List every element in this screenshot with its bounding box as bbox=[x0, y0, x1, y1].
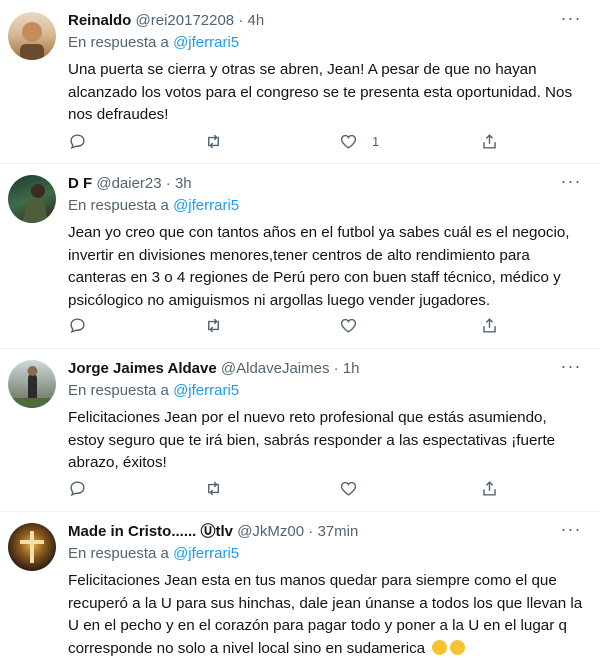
timestamp[interactable]: 3h bbox=[175, 175, 192, 192]
like-icon bbox=[340, 481, 357, 496]
reply-button[interactable] bbox=[68, 314, 87, 336]
action-bar bbox=[68, 477, 498, 499]
retweet-icon bbox=[208, 134, 219, 148]
user-handle[interactable]: @AldaveJaimes bbox=[221, 360, 330, 377]
more-icon[interactable]: ··· bbox=[556, 9, 586, 32]
like-icon bbox=[340, 134, 357, 149]
reply-context: En respuesta a @jferrari5 bbox=[68, 380, 586, 404]
share-button[interactable] bbox=[480, 314, 499, 336]
user-handle[interactable]: @daier23 bbox=[96, 175, 161, 192]
share-button[interactable] bbox=[480, 130, 499, 152]
mention-link[interactable]: @jferrari5 bbox=[173, 197, 239, 214]
tweet[interactable]: D F @daier23 · 3h ··· En respuesta a @jf… bbox=[0, 163, 600, 349]
more-icon[interactable]: ··· bbox=[556, 357, 586, 380]
reply-context: En respuesta a @jferrari5 bbox=[68, 195, 586, 219]
tweet-text: Jean yo creo que con tantos años en el f… bbox=[68, 224, 570, 309]
display-name[interactable]: D F bbox=[68, 175, 92, 192]
reply-prefix: En respuesta a bbox=[68, 545, 169, 562]
action-bar bbox=[68, 314, 498, 336]
retweet-icon bbox=[208, 481, 219, 495]
reply-icon bbox=[70, 317, 85, 333]
mention-link[interactable]: @jferrari5 bbox=[173, 545, 239, 562]
reply-prefix: En respuesta a bbox=[68, 382, 169, 399]
reply-button[interactable] bbox=[68, 130, 87, 152]
like-button[interactable] bbox=[339, 477, 358, 499]
tweet-text: Felicitaciones Jean por el nuevo reto pr… bbox=[68, 409, 556, 471]
tweet-text: Una puerta se cierra y otras se abren, J… bbox=[68, 61, 573, 123]
display-name[interactable]: Made in Cristo...... Ⓤtlv bbox=[68, 523, 233, 540]
tweet-text: Felicitaciones Jean esta en tus manos qu… bbox=[68, 572, 583, 657]
reply-prefix: En respuesta a bbox=[68, 34, 169, 51]
separator-dot: · bbox=[238, 12, 244, 29]
tweet[interactable]: Made in Cristo...... Ⓤtlv @JkMz00 · 37mi… bbox=[0, 511, 600, 660]
user-handle[interactable]: @JkMz00 bbox=[237, 523, 304, 540]
retweet-button[interactable] bbox=[204, 130, 223, 152]
share-icon bbox=[483, 133, 496, 149]
avatar[interactable] bbox=[8, 360, 56, 408]
share-icon bbox=[483, 480, 496, 496]
reply-context: En respuesta a @jferrari5 bbox=[68, 32, 586, 56]
retweet-button[interactable] bbox=[204, 477, 223, 499]
flexed-biceps-emoji bbox=[432, 639, 448, 655]
tweet[interactable]: Reinaldo @rei20172208 · 4h ··· En respue… bbox=[0, 0, 600, 164]
avatar[interactable] bbox=[8, 523, 56, 571]
display-name[interactable]: Reinaldo bbox=[68, 12, 131, 29]
avatar[interactable] bbox=[8, 175, 56, 223]
like-icon bbox=[340, 318, 357, 333]
more-icon[interactable]: ··· bbox=[556, 172, 586, 195]
avatar[interactable] bbox=[8, 12, 56, 60]
reply-context: En respuesta a @jferrari5 bbox=[68, 543, 586, 567]
like-count: 1 bbox=[372, 133, 380, 149]
retweet-icon bbox=[208, 318, 219, 332]
separator-dot: · bbox=[308, 523, 314, 540]
mention-link[interactable]: @jferrari5 bbox=[173, 34, 239, 51]
share-button[interactable] bbox=[480, 477, 499, 499]
timestamp[interactable]: 4h bbox=[248, 12, 265, 29]
reply-icon bbox=[70, 480, 85, 496]
like-button[interactable]: 1 bbox=[339, 130, 379, 152]
action-bar: 1 bbox=[68, 130, 498, 152]
reply-button[interactable] bbox=[68, 477, 87, 499]
flexed-biceps-emoji bbox=[450, 639, 466, 655]
separator-dot: · bbox=[333, 360, 339, 377]
tweet[interactable]: Jorge Jaimes Aldave @AldaveJaimes · 1h ·… bbox=[0, 348, 600, 512]
share-icon bbox=[483, 317, 496, 333]
like-button[interactable] bbox=[339, 314, 358, 336]
separator-dot: · bbox=[165, 175, 171, 192]
mention-link[interactable]: @jferrari5 bbox=[173, 382, 239, 399]
timestamp[interactable]: 37min bbox=[317, 523, 358, 540]
reply-icon bbox=[70, 133, 85, 149]
more-icon[interactable]: ··· bbox=[556, 520, 586, 543]
retweet-button[interactable] bbox=[204, 314, 223, 336]
tweet-text-block: Felicitaciones Jean esta en tus manos qu… bbox=[68, 570, 586, 660]
display-name[interactable]: Jorge Jaimes Aldave bbox=[68, 360, 217, 377]
reply-prefix: En respuesta a bbox=[68, 197, 169, 214]
user-handle[interactable]: @rei20172208 bbox=[136, 12, 235, 29]
timestamp[interactable]: 1h bbox=[343, 360, 360, 377]
